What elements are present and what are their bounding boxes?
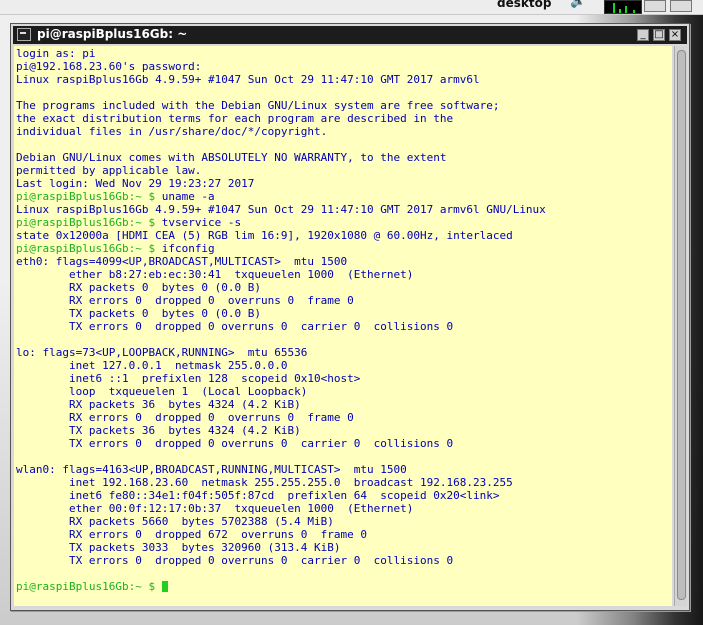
terminal-line: ether 00:0f:12:17:0b:37 txqueuelen 1000 …: [16, 502, 414, 515]
clock-icon[interactable]: [644, 0, 666, 12]
shutdown-icon[interactable]: [670, 0, 692, 12]
shell-prompt: pi@raspiBplus16Gb:~ $: [16, 216, 156, 229]
vertical-scrollbar[interactable]: [674, 46, 687, 606]
shell-prompt: pi@raspiBplus16Gb:~ $: [16, 242, 156, 255]
panel-tray: [644, 0, 698, 12]
window-title: pi@raspiBplus16Gb: ~: [37, 27, 188, 41]
terminal-line: The programs included with the Debian GN…: [16, 99, 500, 112]
terminal-line: inet6 ::1 prefixlen 128 scopeid 0x10<hos…: [16, 372, 361, 385]
terminal-window: pi@raspiBplus16Gb: ~ _ □ × login as: pi p…: [10, 23, 690, 611]
terminal-line: pi@raspiBplus16Gb:~ $ ifconfig: [16, 242, 546, 255]
shell-command: ifconfig: [155, 242, 215, 255]
terminal-line: Last login: Wed Nov 29 19:23:27 2017: [16, 177, 255, 190]
cpu-monitor-icon[interactable]: [604, 0, 642, 14]
terminal-line: inet 192.168.23.60 netmask 255.255.255.0…: [16, 476, 513, 489]
terminal-line: TX errors 0 dropped 0 overruns 0 carrier…: [16, 554, 454, 567]
terminal-line: Linux raspiBplus16Gb 4.9.59+ #1047 Sun O…: [16, 203, 546, 216]
terminal-line: pi@raspiBplus16Gb:~ $: [16, 580, 546, 593]
panel-desktop-label[interactable]: desktop: [497, 0, 551, 10]
terminal-line: TX packets 3033 bytes 320960 (313.4 KiB): [16, 541, 341, 554]
terminal-line: RX errors 0 dropped 0 overruns 0 frame 0: [16, 294, 354, 307]
shell-prompt: pi@raspiBplus16Gb:~ $: [16, 580, 156, 593]
terminal-line: RX packets 5660 bytes 5702388 (5.4 MiB): [16, 515, 334, 528]
terminal-line: Debian GNU/Linux comes with ABSOLUTELY N…: [16, 151, 447, 164]
terminal-line: RX packets 0 bytes 0 (0.0 B): [16, 281, 262, 294]
terminal-line: lo: flags=73<UP,LOOPBACK,RUNNING> mtu 65…: [16, 346, 308, 359]
maximize-button[interactable]: □: [653, 29, 665, 41]
terminal-line: TX packets 36 bytes 4324 (4.2 KiB): [16, 424, 301, 437]
terminal-line: loop txqueuelen 1 (Local Loopback): [16, 385, 308, 398]
window-titlebar[interactable]: pi@raspiBplus16Gb: ~ _ □ ×: [13, 26, 687, 44]
terminal-line: individual files in /usr/share/doc/*/cop…: [16, 125, 328, 138]
terminal-line: Linux raspiBplus16Gb 4.9.59+ #1047 Sun O…: [16, 73, 480, 86]
terminal-line: pi@raspiBplus16Gb:~ $ tvservice -s: [16, 216, 546, 229]
terminal-lines: login as: pi pi@192.168.23.60's password:…: [16, 47, 546, 593]
terminal-line: wlan0: flags=4163<UP,BROADCAST,RUNNING,M…: [16, 463, 407, 476]
terminal-app-icon[interactable]: [17, 28, 31, 41]
terminal-line: TX packets 0 bytes 0 (0.0 B): [16, 307, 262, 320]
terminal-line: permitted by applicable law.: [16, 164, 202, 177]
terminal-line: pi@raspiBplus16Gb:~ $ uname -a: [16, 190, 546, 203]
terminal-line: RX errors 0 dropped 0 overruns 0 frame 0: [16, 411, 354, 424]
terminal-line: the exact distribution terms for each pr…: [16, 112, 454, 125]
terminal-line: inet 127.0.0.1 netmask 255.0.0.0: [16, 359, 288, 372]
volume-icon[interactable]: 🔈: [570, 0, 586, 10]
terminal-line: pi@192.168.23.60's password:: [16, 60, 202, 73]
scrollbar-thumb[interactable]: [677, 50, 686, 600]
terminal-line: inet6 fe80::34e1:f04f:505f:87cd prefixle…: [16, 489, 500, 502]
text-cursor: [161, 581, 168, 592]
terminal-line: state 0x12000a [HDMI CEA (5) RGB lim 16:…: [16, 229, 513, 242]
shell-command: [155, 580, 162, 593]
shell-prompt: pi@raspiBplus16Gb:~ $: [16, 190, 156, 203]
terminal-line: RX packets 36 bytes 4324 (4.2 KiB): [16, 398, 301, 411]
close-button[interactable]: ×: [669, 29, 681, 41]
shell-command: tvservice -s: [155, 216, 242, 229]
terminal-output[interactable]: login as: pi pi@192.168.23.60's password:…: [14, 46, 672, 606]
terminal-line: TX errors 0 dropped 0 overruns 0 carrier…: [16, 320, 454, 333]
terminal-line: RX errors 0 dropped 672 overruns 0 frame…: [16, 528, 367, 541]
terminal-line: login as: pi: [16, 47, 96, 60]
minimize-button[interactable]: _: [637, 29, 649, 41]
terminal-line: eth0: flags=4099<UP,BROADCAST,MULTICAST>…: [16, 255, 348, 268]
top-panel: desktop 🔈: [0, 0, 703, 15]
terminal-line: ether b8:27:eb:ec:30:41 txqueuelen 1000 …: [16, 268, 414, 281]
terminal-line: TX errors 0 dropped 0 overruns 0 carrier…: [16, 437, 454, 450]
shell-command: uname -a: [155, 190, 215, 203]
